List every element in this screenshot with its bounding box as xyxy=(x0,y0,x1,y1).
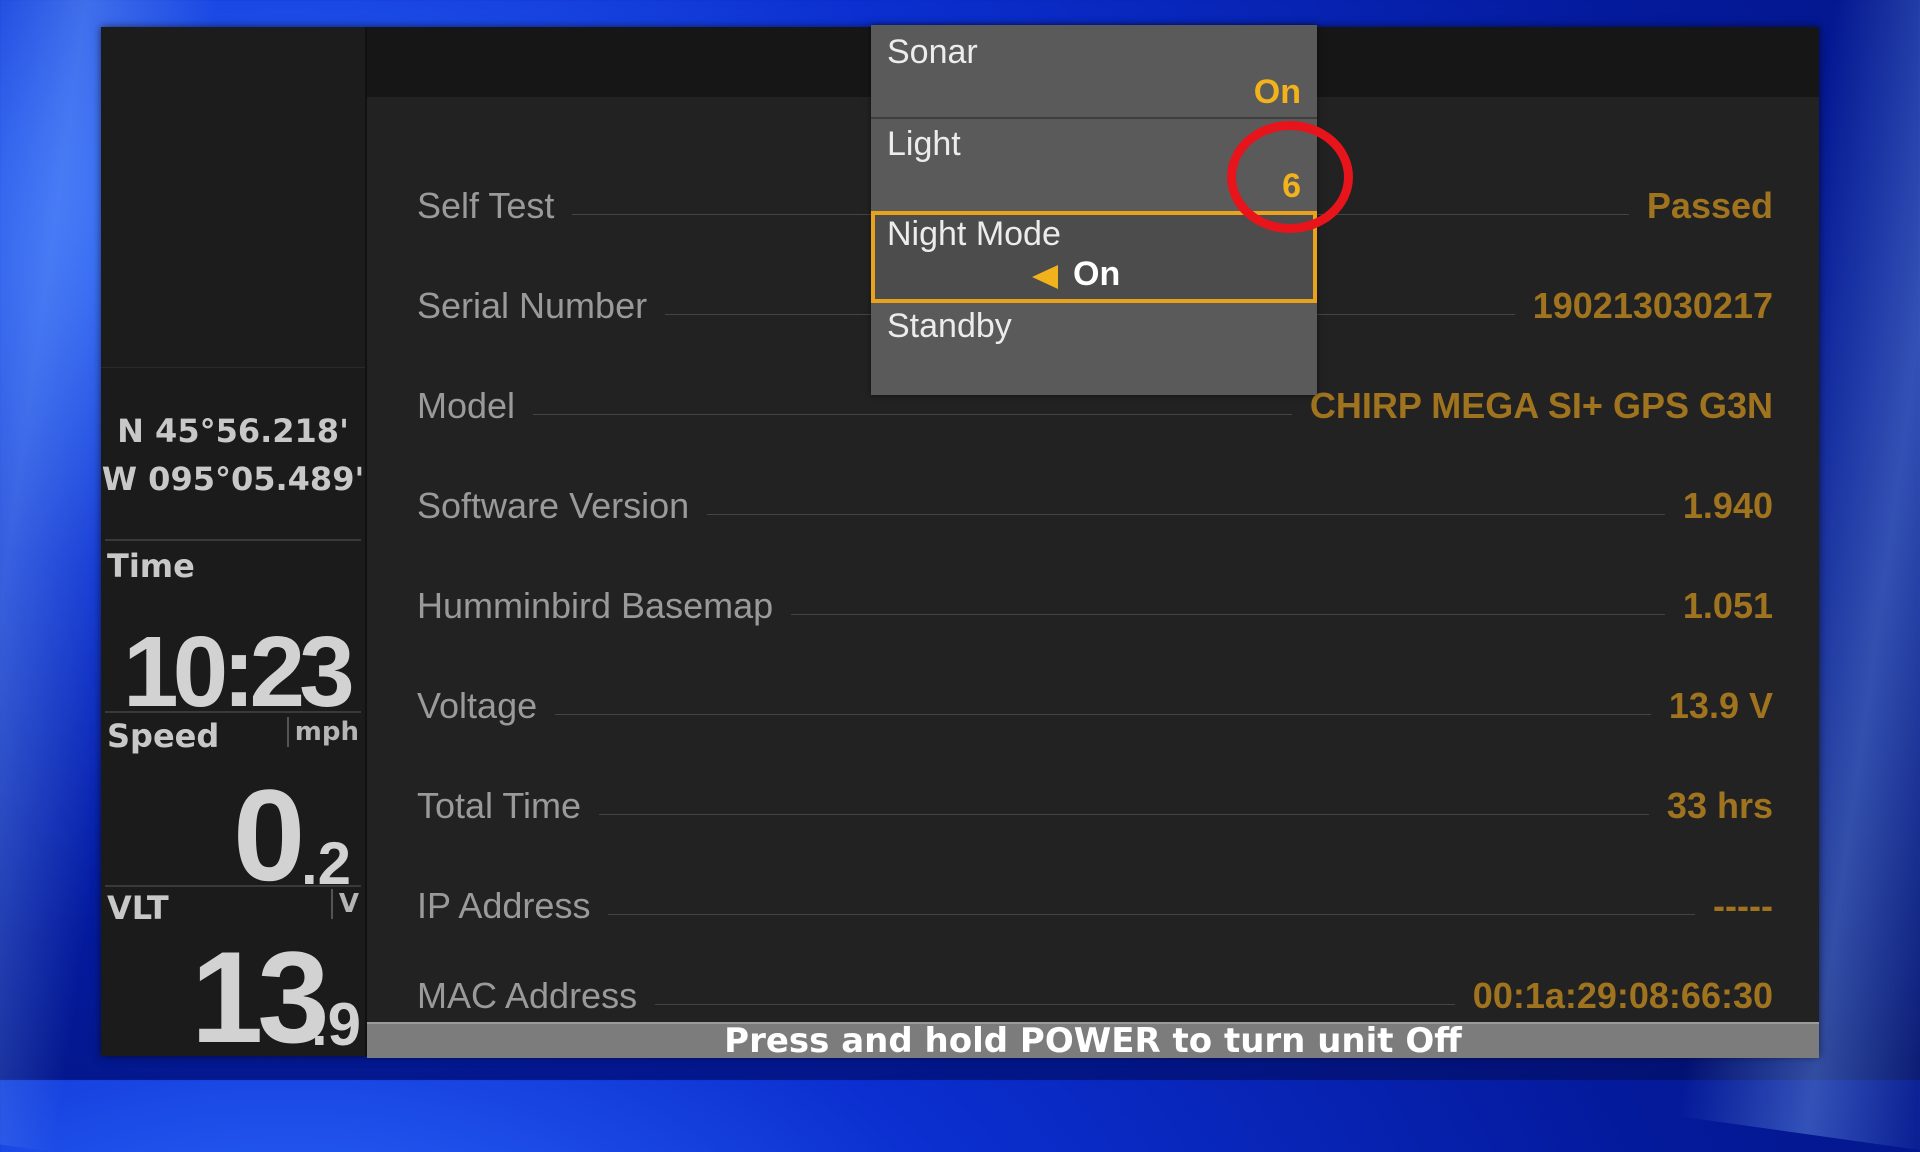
leader-line xyxy=(555,713,1651,715)
menu-item-label: Night Mode xyxy=(887,215,1061,253)
speed-label: Speed xyxy=(107,717,220,755)
info-value: Passed xyxy=(1646,185,1773,226)
highlight-circle-annotation xyxy=(1227,121,1353,233)
speed-value: 0 xyxy=(233,762,305,908)
menu-item-value: On xyxy=(1253,73,1301,111)
info-value: CHIRP MEGA SI+ GPS G3N xyxy=(1309,385,1773,426)
menu-item-label: Light xyxy=(887,125,961,163)
left-arrow-icon[interactable] xyxy=(1032,265,1058,289)
menu-item-standby[interactable]: Standby xyxy=(871,305,1317,395)
info-label: MAC Address xyxy=(417,975,638,1016)
leader-line xyxy=(707,513,1665,515)
info-value: ----- xyxy=(1713,885,1773,926)
info-row-mac-address: MAC Address 00:1a:29:08:66:30 xyxy=(417,966,1773,1026)
data-sidebar: N 45°56.218' W 095°05.489' Time 10:23 Sp… xyxy=(101,27,367,1070)
info-label: Serial Number xyxy=(417,285,648,326)
vlt-label: VLT xyxy=(107,889,169,927)
menu-item-label: Standby xyxy=(887,307,1012,345)
info-value: 1.051 xyxy=(1682,585,1773,626)
speed-unit: mph xyxy=(286,717,359,747)
vlt-unit: V xyxy=(330,889,359,919)
info-row-total-time: Total Time 33 hrs xyxy=(417,776,1773,836)
info-value: 13.9 V xyxy=(1668,685,1773,726)
info-label: Total Time xyxy=(417,785,582,826)
leader-line xyxy=(655,1003,1455,1005)
menu-item-value: On xyxy=(1073,255,1121,293)
info-value: 1.940 xyxy=(1682,485,1773,526)
longitude-readout: W 095°05.489' xyxy=(101,460,365,498)
info-row-voltage: Voltage 13.9 V xyxy=(417,676,1773,736)
info-row-software-version: Software Version 1.940 xyxy=(417,476,1773,536)
info-label: Software Version xyxy=(417,485,690,526)
menu-item-night-mode[interactable]: Night Mode On xyxy=(871,211,1317,303)
time-label: Time xyxy=(107,547,195,585)
info-row-basemap: Humminbird Basemap 1.051 xyxy=(417,576,1773,636)
divider xyxy=(105,711,361,713)
vlt-value: 13 xyxy=(191,924,330,1070)
latitude-readout: N 45°56.218' xyxy=(117,412,349,450)
info-row-ip-address: IP Address ----- xyxy=(417,876,1773,936)
info-label: Humminbird Basemap xyxy=(417,585,774,626)
leader-line xyxy=(599,813,1649,815)
info-value: 00:1a:29:08:66:30 xyxy=(1472,975,1773,1016)
info-label: IP Address xyxy=(417,885,591,926)
divider xyxy=(105,539,361,541)
leader-line xyxy=(533,413,1292,415)
menu-item-label: Sonar xyxy=(887,33,978,71)
vlt-decimal: .9 xyxy=(311,991,362,1058)
menu-item-sonar[interactable]: Sonar On xyxy=(871,25,1317,117)
info-label: Model xyxy=(417,385,516,426)
info-value: 190213030217 xyxy=(1532,285,1773,326)
status-bar: Press and hold POWER to turn unit Off xyxy=(367,1022,1819,1058)
sidebar-blank-panel xyxy=(101,27,365,368)
info-label: Self Test xyxy=(417,185,555,226)
leader-line xyxy=(608,913,1696,915)
divider xyxy=(105,885,361,887)
info-label: Voltage xyxy=(417,685,538,726)
info-value: 33 hrs xyxy=(1666,785,1773,826)
leader-line xyxy=(791,613,1665,615)
